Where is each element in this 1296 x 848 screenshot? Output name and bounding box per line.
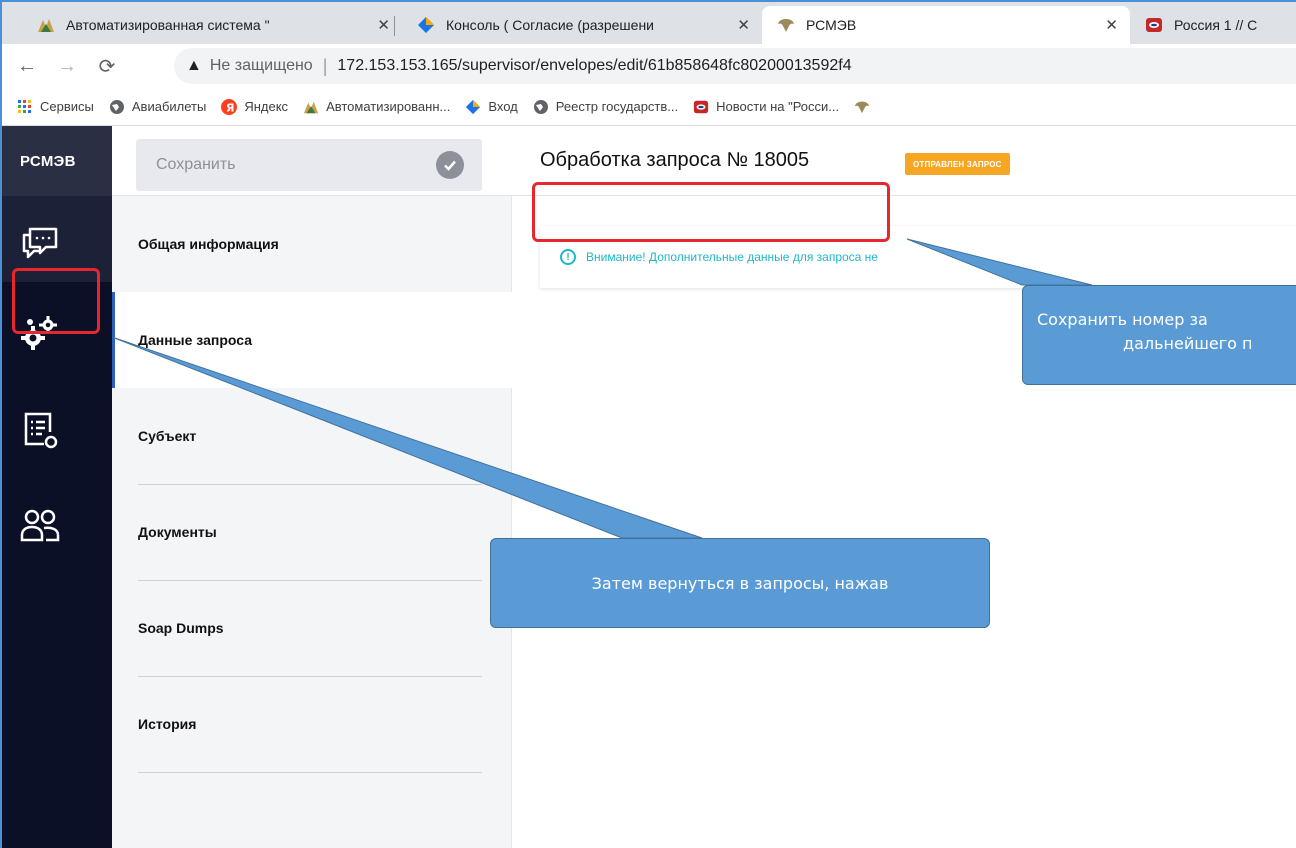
bookmark-yandex[interactable]: Я Яндекс	[220, 98, 288, 116]
reload-icon[interactable]: ⟳	[92, 54, 122, 79]
address-bar[interactable]: ▲ Не защищено | 172.153.153.165/supervis…	[174, 48, 1296, 84]
info-alert: ! Внимание! Дополнительные данные для за…	[540, 226, 1296, 288]
rail-item-users[interactable]	[2, 478, 112, 574]
main-content: ! Внимание! Дополнительные данные для за…	[512, 196, 1296, 848]
nav-item-subject[interactable]: Субъект	[112, 388, 512, 484]
bookmark-services[interactable]: Сервисы	[16, 98, 94, 116]
nav-item-soap-dumps[interactable]: Soap Dumps	[112, 580, 512, 676]
screenshot-frame: Автоматизированная система " ✕ Консоль (…	[0, 0, 1296, 848]
check-circle-icon	[436, 151, 464, 179]
close-icon[interactable]: ✕	[1105, 16, 1118, 34]
nav-item-request-data[interactable]: Данные запроса	[112, 292, 512, 388]
bookmark-avia[interactable]: Авиабилеты	[108, 98, 206, 116]
yandex-icon: Я	[220, 98, 238, 116]
users-icon	[16, 502, 64, 550]
bookmarks-bar: Сервисы Авиабилеты Я Яндекс Автоматизиро…	[2, 88, 1296, 126]
page-title: Обработка запроса № 18005	[540, 149, 810, 171]
tab-console[interactable]: Консоль ( Согласие (разрешени ✕	[402, 6, 762, 44]
tab-russia1[interactable]: Россия 1 // С	[1130, 6, 1296, 44]
bookmark-news[interactable]: Новости на "Росси...	[692, 98, 839, 116]
save-button[interactable]: Сохранить	[136, 139, 482, 191]
globe-icon	[532, 98, 550, 116]
app-brand[interactable]: РСМЭВ	[2, 126, 112, 196]
tab-rsmev[interactable]: РСМЭВ ✕	[762, 6, 1130, 44]
eagle-emblem-icon	[776, 15, 796, 35]
globe-icon	[108, 98, 126, 116]
site-favicon-icon	[36, 15, 56, 35]
browser-tab-strip: Автоматизированная система " ✕ Консоль (…	[2, 2, 1296, 44]
tab-separator	[394, 16, 395, 36]
warning-triangle-icon: ▲	[186, 57, 202, 74]
close-icon[interactable]: ✕	[377, 16, 390, 34]
russia1-icon	[692, 98, 710, 116]
bookmark-automated[interactable]: Автоматизированн...	[302, 98, 450, 116]
tab-automated-system[interactable]: Автоматизированная система " ✕	[22, 6, 402, 44]
svg-text:Я: Я	[226, 101, 234, 114]
site-favicon-icon	[302, 98, 320, 116]
apps-grid-icon	[16, 98, 34, 116]
rail-item-requests[interactable]	[2, 196, 112, 282]
info-icon: !	[560, 249, 576, 265]
diamond-icon	[416, 15, 436, 35]
rail-item-settings[interactable]	[2, 282, 112, 382]
forward-arrow-icon[interactable]: →	[52, 55, 82, 78]
nav-item-history[interactable]: История	[112, 676, 512, 772]
bookmark-login[interactable]: Вход	[464, 98, 518, 116]
app-root: РСМЭВ Сохранить Обработка запроса № 1800…	[2, 126, 1296, 848]
rail-item-reports[interactable]	[2, 382, 112, 478]
bookmark-emblem[interactable]	[853, 98, 877, 116]
gears-icon	[16, 308, 64, 356]
browser-toolbar: ← → ⟳ ▲ Не защищено | 172.153.153.165/su…	[2, 44, 1296, 88]
chat-bubbles-icon	[16, 215, 64, 263]
section-nav: Общая информация Данные запроса Субъект …	[112, 196, 512, 848]
russia1-icon	[1144, 15, 1164, 35]
eagle-emblem-icon	[853, 98, 871, 116]
nav-item-documents[interactable]: Документы	[112, 484, 512, 580]
status-badge: ОТПРАВЛЕН ЗАПРОС	[905, 153, 1010, 175]
nav-divider	[138, 772, 482, 773]
url-text: 172.153.153.165/supervisor/envelopes/edi…	[337, 57, 852, 74]
close-icon[interactable]: ✕	[737, 16, 750, 34]
icon-rail: РСМЭВ	[2, 126, 112, 848]
alert-text: Внимание! Дополнительные данные для запр…	[586, 250, 878, 264]
document-search-icon	[16, 406, 64, 454]
bookmark-registry[interactable]: Реестр государств...	[532, 98, 678, 116]
diamond-icon	[464, 98, 482, 116]
back-arrow-icon[interactable]: ←	[12, 55, 42, 78]
page-header: Сохранить Обработка запроса № 18005 ОТПР…	[112, 126, 1296, 196]
nav-item-general-info[interactable]: Общая информация	[112, 196, 512, 292]
